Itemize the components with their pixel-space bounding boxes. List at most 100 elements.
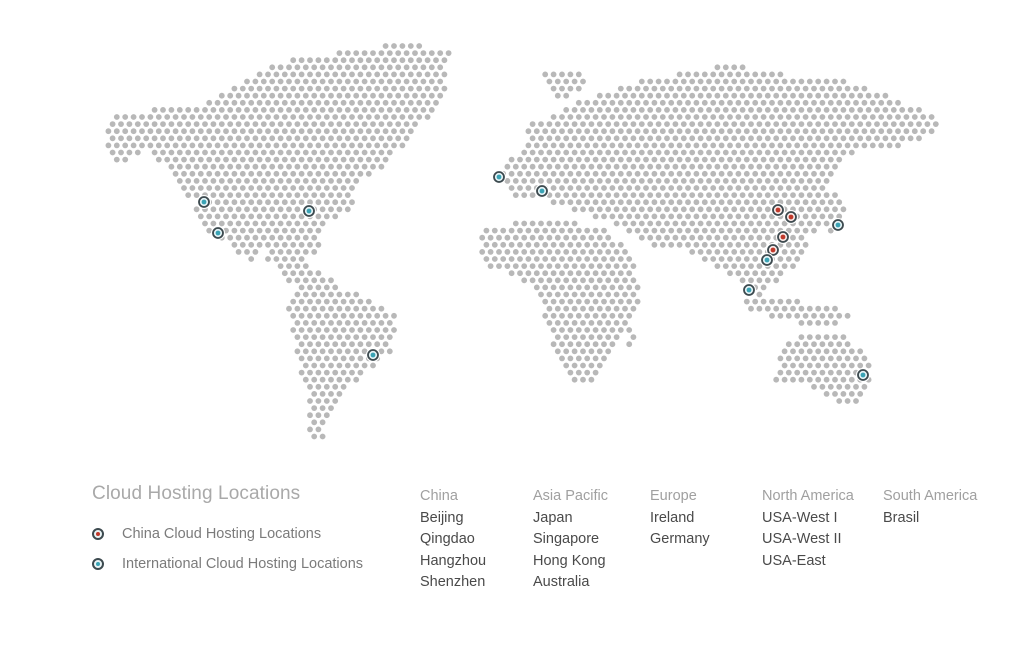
land-dot (550, 156, 557, 163)
land-dot (672, 163, 679, 170)
marker-singapore[interactable] (742, 283, 756, 297)
land-dot (319, 121, 326, 127)
land-dot (265, 71, 271, 78)
land-dot (827, 383, 834, 390)
land-dot (609, 170, 616, 177)
land-dot (353, 135, 360, 142)
land-dot (689, 178, 696, 184)
land-dot (588, 107, 595, 113)
land-dot (718, 170, 725, 177)
land-dot (710, 114, 717, 120)
land-dot (596, 277, 603, 284)
land-dot (567, 185, 574, 191)
land-dot (811, 341, 817, 348)
land-dot (773, 163, 780, 170)
land-dot (638, 178, 645, 184)
land-dot (571, 277, 578, 284)
land-dot (668, 227, 675, 234)
marker-usa-west-i[interactable] (197, 195, 211, 209)
land-dot (596, 178, 603, 184)
land-dot (542, 142, 549, 149)
land-dot (626, 270, 633, 277)
land-dot (575, 85, 582, 92)
marker-australia[interactable] (856, 368, 870, 382)
land-dot (714, 263, 721, 269)
land-dot (554, 263, 561, 269)
land-dot (290, 128, 297, 135)
land-dot (680, 234, 687, 241)
marker-hangzhou[interactable] (776, 230, 790, 244)
land-dot (496, 263, 502, 269)
land-dot (407, 85, 414, 92)
land-dot (571, 78, 578, 85)
land-dot (651, 114, 658, 120)
land-dot (302, 92, 309, 99)
marker-japan[interactable] (831, 218, 845, 232)
land-dot (588, 362, 595, 369)
land-dot (172, 156, 179, 163)
land-dot (529, 220, 536, 227)
land-dot (349, 327, 355, 333)
land-dot (853, 142, 859, 149)
land-dot (706, 220, 712, 227)
marker-ireland[interactable] (492, 170, 506, 184)
marker-brasil[interactable] (366, 348, 380, 362)
land-dot (844, 341, 851, 348)
land-dot (382, 57, 389, 64)
land-dot (693, 199, 700, 206)
land-dot (294, 220, 301, 227)
land-dot (567, 114, 574, 120)
land-dot (815, 92, 822, 99)
land-dot (756, 234, 763, 241)
land-dot (735, 170, 742, 177)
land-dot (218, 206, 225, 213)
marker-usa-west-ii[interactable] (211, 226, 225, 240)
land-dot (806, 135, 813, 142)
land-dot (349, 85, 355, 92)
land-dot (655, 192, 662, 199)
land-dot (752, 128, 759, 135)
marker-hong-kong[interactable] (760, 253, 774, 267)
land-dot (764, 192, 771, 199)
land-dot (294, 92, 301, 99)
land-dot (790, 78, 796, 85)
land-dot (328, 291, 334, 298)
land-dot (328, 206, 334, 213)
land-dot (857, 121, 864, 127)
land-dot (605, 135, 612, 142)
land-dot (739, 220, 746, 227)
land-dot (529, 263, 536, 269)
land-dot (323, 170, 330, 177)
land-dot (260, 220, 267, 227)
land-dot (412, 78, 418, 85)
land-dot (710, 213, 717, 220)
land-dot (676, 142, 683, 149)
land-dot (370, 305, 376, 312)
land-dot (319, 291, 326, 298)
land-dot (521, 149, 528, 156)
land-dot (223, 99, 229, 106)
land-dot (664, 107, 670, 113)
land-dot (538, 234, 544, 241)
land-dot (269, 135, 276, 142)
land-dot (609, 256, 616, 262)
land-dot (613, 305, 620, 312)
land-dot (903, 128, 910, 135)
land-dot (353, 50, 360, 56)
land-dot (718, 241, 725, 248)
land-dot (844, 383, 851, 390)
land-dot (668, 241, 675, 248)
land-dot (592, 142, 599, 149)
land-dot (538, 135, 544, 142)
land-dot (794, 369, 801, 376)
land-dot (769, 71, 775, 78)
land-dot (815, 320, 822, 326)
marker-germany[interactable] (535, 184, 549, 198)
marker-qingdao[interactable] (784, 210, 798, 224)
land-dot (668, 99, 675, 106)
land-dot (563, 263, 570, 269)
land-dot (853, 355, 859, 362)
marker-usa-east[interactable] (302, 204, 316, 218)
marker-beijing[interactable] (771, 203, 785, 217)
land-dot (294, 78, 301, 85)
